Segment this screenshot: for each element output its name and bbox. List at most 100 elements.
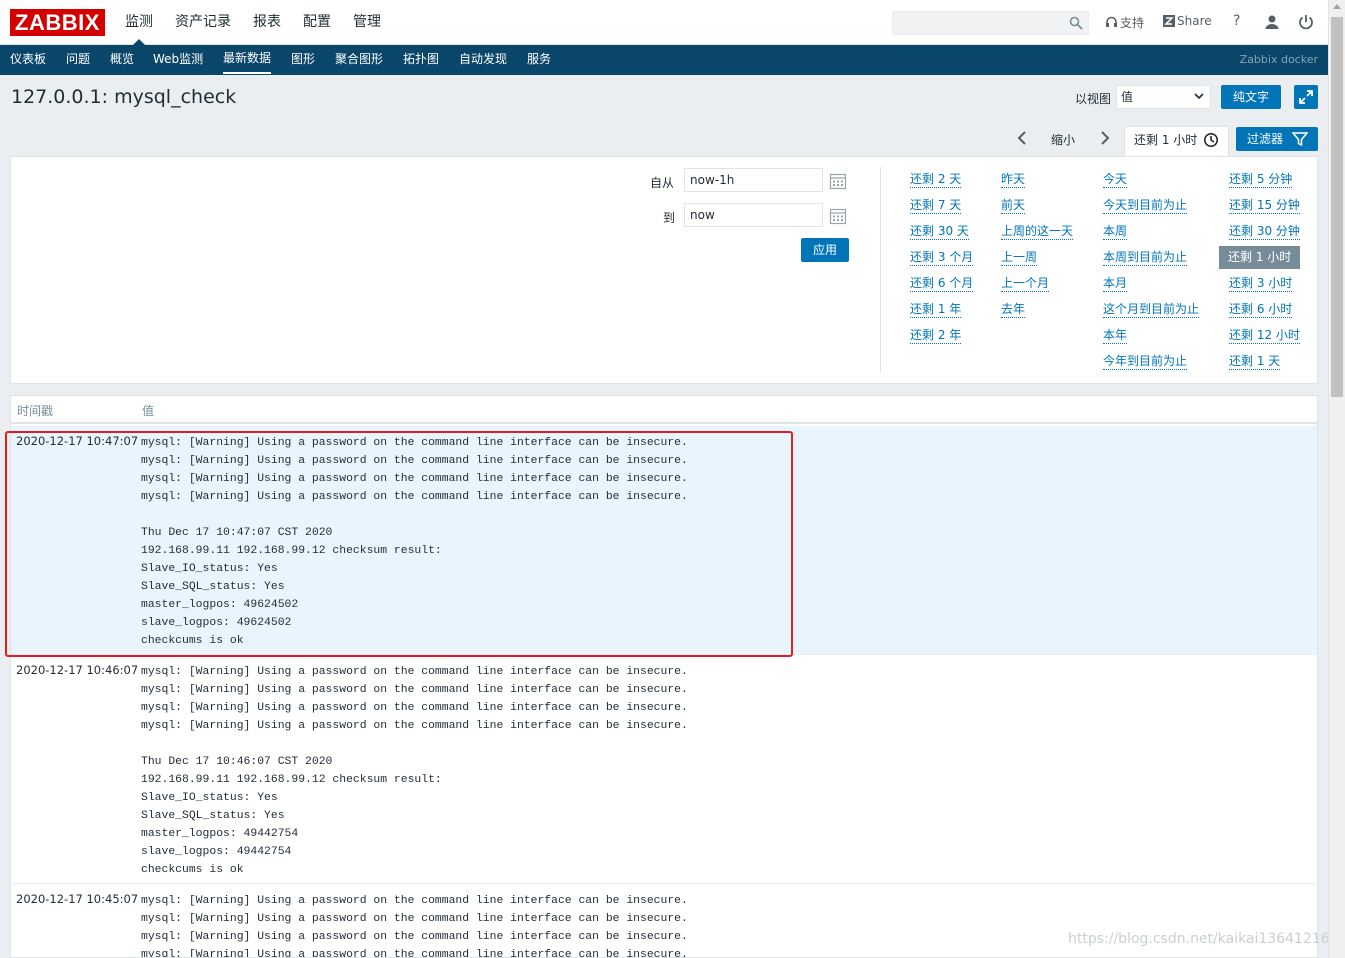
fullscreen-button[interactable] [1294,85,1318,109]
zabbix-share-icon [1163,15,1175,27]
server-brand-label: Zabbix docker [1239,53,1318,66]
time-range-label: 还剩 1 小时 [1134,133,1198,147]
share-label: Share [1177,14,1212,28]
table-row: 2020-12-17 10:46:07 mysql: [Warning] Usi… [11,655,1317,884]
time-filter-panel: 自从 到 应用 还剩 2 天 还剩 7 天 还剩 30 天 还剩 3 个月 还剩… [10,156,1318,384]
quick-range-link[interactable]: 还剩 1 年 [910,302,962,318]
calendar-icon[interactable] [829,207,847,225]
zoom-out-button[interactable]: 缩小 [1051,131,1075,148]
quick-range-link[interactable]: 上一周 [1001,250,1038,266]
quick-range-link[interactable]: 还剩 3 个月 [910,250,974,266]
quick-range-link[interactable]: 上一个月 [1001,276,1050,292]
main-nav-monitoring[interactable]: 监测 [117,0,161,46]
time-range-tab[interactable]: 还剩 1 小时 [1124,126,1229,157]
quick-range-link-selected[interactable]: 还剩 1 小时 [1219,246,1301,269]
quick-range-link[interactable]: 前天 [1001,198,1026,214]
subnav-discovery[interactable]: 自动发现 [459,45,507,74]
quick-range-link[interactable]: 这个月到目前为止 [1103,302,1200,318]
quick-range-link[interactable]: 今天到目前为止 [1103,198,1188,214]
quick-range-link[interactable]: 本周到目前为止 [1103,250,1188,266]
search-input[interactable] [893,12,1063,34]
quick-range-link[interactable]: 去年 [1001,302,1026,318]
table-header: 时间戳 值 [11,396,1317,424]
from-label: 自从 [650,176,675,190]
quick-range-link[interactable]: 今年到目前为止 [1103,354,1188,370]
top-header: ZABBIX 监测 资产记录 报表 配置 管理 支持 Share ? [0,0,1328,46]
headset-icon [1106,16,1117,27]
main-nav-configuration[interactable]: 配置 [295,0,339,45]
apply-button[interactable]: 应用 [801,238,849,262]
subnav-latest-data[interactable]: 最新数据 [223,45,272,74]
zabbix-latest-data-page: ZABBIX 监测 资产记录 报表 配置 管理 支持 Share ? 仪表板 问… [0,0,1345,958]
subnav-screens[interactable]: 聚合图形 [335,45,383,74]
watermark-text: https://blog.csdn.net/kaikai136412162 [1068,931,1339,947]
row-value: mysql: [Warning] Using a password on the… [141,437,688,647]
subnav-maps[interactable]: 拓扑图 [403,45,439,74]
support-link[interactable]: 支持 [1105,14,1144,31]
quick-range-link[interactable]: 本周 [1103,224,1128,240]
filter-divider [880,167,881,373]
calendar-icon[interactable] [829,172,847,190]
quick-range-link[interactable]: 本年 [1103,328,1128,344]
row-value: mysql: [Warning] Using a password on the… [141,666,688,876]
chevron-right-icon[interactable] [1095,128,1115,148]
filter-funnel-icon [1292,132,1308,147]
quick-range-link[interactable]: 还剩 1 天 [1229,354,1281,370]
subnav-web[interactable]: Web监测 [153,45,203,74]
main-nav-administration[interactable]: 管理 [345,0,389,45]
help-button[interactable]: ? [1233,13,1240,29]
quick-range-link[interactable]: 还剩 3 小时 [1229,276,1293,292]
quick-range-link[interactable]: 还剩 6 小时 [1229,302,1293,318]
quick-range-link[interactable]: 今天 [1103,172,1128,188]
sub-nav: 仪表板 问题 概览 Web监测 最新数据 图形 聚合图形 拓扑图 自动发现 服务… [0,45,1328,75]
col-value-header: 值 [142,404,155,418]
quick-range-link[interactable]: 还剩 30 天 [910,224,969,240]
main-nav-inventory[interactable]: 资产记录 [167,0,239,45]
share-link[interactable]: Share [1163,14,1212,28]
chevron-left-icon[interactable] [1012,128,1032,148]
subnav-services[interactable]: 服务 [527,45,551,74]
quick-range-link[interactable]: 还剩 2 天 [910,172,962,188]
quick-range-link[interactable]: 昨天 [1001,172,1026,188]
scroll-up-arrow-icon[interactable] [1333,4,1341,9]
support-label: 支持 [1120,16,1145,30]
history-table: 时间戳 值 2020-12-17 10:47:07 mysql: [Warnin… [10,395,1318,958]
plain-text-button[interactable]: 纯文字 [1221,85,1281,109]
quick-range-link[interactable]: 上周的这一天 [1001,224,1074,240]
subnav-problems[interactable]: 问题 [66,45,90,74]
subnav-graphs[interactable]: 图形 [291,45,315,74]
quick-range-link[interactable]: 本月 [1103,276,1128,292]
row-timestamp: 2020-12-17 10:46:07 [16,663,139,677]
clock-icon [1204,133,1218,147]
row-value: mysql: [Warning] Using a password on the… [141,895,688,958]
from-input[interactable] [684,168,823,192]
main-nav-reports[interactable]: 报表 [245,0,289,45]
search-icon[interactable] [1069,16,1083,30]
view-as-label: 以视图 [1075,92,1112,106]
expand-icon [1299,90,1313,104]
user-profile-icon[interactable] [1263,13,1281,31]
quick-range-link[interactable]: 还剩 6 个月 [910,276,974,292]
quick-range-link[interactable]: 还剩 12 小时 [1229,328,1300,344]
filter-toggle-button[interactable]: 过滤器 [1236,127,1318,151]
view-as-select[interactable]: 值 [1116,85,1211,109]
table-row: 2020-12-17 10:47:07 mysql: [Warning] Usi… [11,426,1317,655]
quick-range-link[interactable]: 还剩 2 年 [910,328,962,344]
scrollbar-thumb[interactable] [1331,17,1343,397]
to-input[interactable] [684,203,823,227]
chevron-down-icon [1194,93,1204,100]
row-timestamp: 2020-12-17 10:47:07 [16,434,139,448]
subnav-overview[interactable]: 概览 [110,45,134,74]
quick-range-link[interactable]: 还剩 15 分钟 [1229,198,1300,214]
quick-range-link[interactable]: 还剩 30 分钟 [1229,224,1300,240]
quick-range-link[interactable]: 还剩 7 天 [910,198,962,214]
col-timestamp-header[interactable]: 时间戳 [17,402,53,419]
filter-label: 过滤器 [1247,132,1284,146]
to-label: 到 [663,211,676,225]
quick-range-link[interactable]: 还剩 5 分钟 [1229,172,1293,188]
subnav-dashboard[interactable]: 仪表板 [10,45,46,74]
power-logout-icon[interactable] [1297,13,1315,31]
zabbix-logo[interactable]: ZABBIX [10,9,105,36]
search-box [892,11,1089,35]
page-scrollbar[interactable] [1328,0,1345,958]
